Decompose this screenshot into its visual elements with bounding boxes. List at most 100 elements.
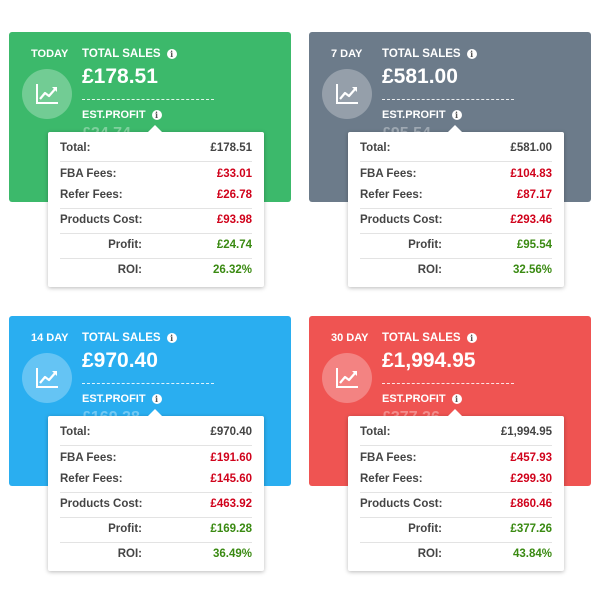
- refer-fees-row: Refer Fees: £26.78: [48, 184, 264, 206]
- popup-arrow: [148, 409, 162, 416]
- trend-chart-icon: [22, 353, 72, 403]
- row-divider: [360, 445, 552, 446]
- est-profit-label[interactable]: EST.PROFIT i: [382, 109, 462, 121]
- row-label: ROI:: [117, 264, 142, 276]
- row-label: FBA Fees:: [60, 452, 117, 464]
- row-value: £169.28: [210, 523, 252, 535]
- refer-fees-row: Refer Fees: £145.60: [48, 468, 264, 490]
- row-label: Profit:: [408, 239, 442, 251]
- roi-row: ROI: 32.56%: [348, 259, 564, 281]
- fba-fees-row: FBA Fees: £104.83: [348, 163, 564, 185]
- popup-arrow: [148, 125, 162, 132]
- row-label: Total:: [360, 426, 391, 438]
- roi-row: ROI: 26.32%: [48, 259, 264, 281]
- trend-chart-icon: [22, 69, 72, 119]
- row-label: Products Cost:: [360, 498, 443, 510]
- row-value: 32.56%: [512, 264, 552, 276]
- row-value: £26.78: [216, 189, 252, 201]
- row-label: FBA Fees:: [360, 452, 417, 464]
- row-value: £178.51: [210, 142, 252, 154]
- period-label: 14 DAY: [31, 332, 69, 344]
- period-label: 30 DAY: [331, 332, 369, 344]
- fba-fees-row: FBA Fees: £33.01: [48, 163, 264, 185]
- info-icon[interactable]: i: [466, 49, 477, 59]
- row-label: ROI:: [417, 264, 442, 276]
- info-icon[interactable]: i: [451, 110, 462, 120]
- row-value: £293.46: [510, 214, 552, 226]
- row-label: ROI:: [117, 548, 142, 560]
- row-divider: [60, 161, 252, 162]
- row-value: £970.40: [210, 426, 252, 438]
- row-label: Refer Fees:: [360, 189, 423, 201]
- row-value: £463.92: [210, 498, 252, 510]
- est-profit-label[interactable]: EST.PROFIT i: [82, 109, 162, 121]
- row-value: £104.83: [510, 168, 552, 180]
- total-sales-label: TOTAL SALES i: [82, 332, 177, 344]
- row-value: £457.93: [510, 452, 552, 464]
- row-value: £299.30: [510, 473, 552, 485]
- row-value: £1,994.95: [500, 426, 552, 438]
- refer-fees-row: Refer Fees: £299.30: [348, 468, 564, 490]
- row-value: £860.46: [510, 498, 552, 510]
- row-value: £145.60: [210, 473, 252, 485]
- row-label: Refer Fees:: [60, 473, 123, 485]
- roi-row: ROI: 36.49%: [48, 543, 264, 565]
- row-value: 26.32%: [212, 264, 252, 276]
- total-row: Total: £581.00: [348, 137, 564, 159]
- roi-row: ROI: 43.84%: [348, 543, 564, 565]
- row-label: Total:: [60, 142, 91, 154]
- row-value: £377.26: [510, 523, 552, 535]
- row-label: Total:: [360, 142, 391, 154]
- info-icon[interactable]: i: [451, 394, 462, 404]
- total-sales-amount: £581.00: [382, 65, 458, 88]
- row-label: FBA Fees:: [60, 168, 117, 180]
- row-label: Profit:: [108, 239, 142, 251]
- products-cost-row: Products Cost: £93.98: [48, 209, 264, 231]
- fba-fees-row: FBA Fees: £457.93: [348, 447, 564, 469]
- products-cost-row: Products Cost: £293.46: [348, 209, 564, 231]
- row-label: Total:: [60, 426, 91, 438]
- row-value: 36.49%: [212, 548, 252, 560]
- profit-row: Profit: £24.74: [48, 234, 264, 256]
- row-value: £24.74: [216, 239, 252, 251]
- total-sales-label: TOTAL SALES i: [382, 332, 477, 344]
- row-label: FBA Fees:: [360, 168, 417, 180]
- total-sales-amount: £178.51: [82, 65, 158, 88]
- divider: [82, 99, 214, 100]
- profit-row: Profit: £377.26: [348, 518, 564, 540]
- info-icon[interactable]: i: [151, 110, 162, 120]
- est-profit-label[interactable]: EST.PROFIT i: [382, 393, 462, 405]
- divider: [382, 99, 514, 100]
- info-icon[interactable]: i: [466, 333, 477, 343]
- row-value: £95.54: [516, 239, 552, 251]
- est-profit-label[interactable]: EST.PROFIT i: [82, 393, 162, 405]
- products-cost-row: Products Cost: £463.92: [48, 493, 264, 515]
- row-label: Refer Fees:: [360, 473, 423, 485]
- row-label: Products Cost:: [360, 214, 443, 226]
- info-icon[interactable]: i: [166, 333, 177, 343]
- total-row: Total: £1,994.95: [348, 421, 564, 443]
- row-divider: [60, 445, 252, 446]
- trend-chart-icon: [322, 69, 372, 119]
- row-label: Profit:: [108, 523, 142, 535]
- row-divider: [360, 161, 552, 162]
- info-icon[interactable]: i: [166, 49, 177, 59]
- profit-row: Profit: £169.28: [48, 518, 264, 540]
- profit-row: Profit: £95.54: [348, 234, 564, 256]
- profit-breakdown-popup-30day: Total: £1,994.95 FBA Fees: £457.93 Refer F…: [348, 409, 564, 571]
- divider: [82, 383, 214, 384]
- period-label: 7 DAY: [331, 48, 363, 60]
- row-value: £191.60: [210, 452, 252, 464]
- profit-breakdown-popup-today: Total: £178.51 FBA Fees: £33.01 Refer Fees…: [48, 125, 264, 287]
- row-value: £93.98: [216, 214, 252, 226]
- period-label: TODAY: [31, 48, 69, 60]
- info-icon[interactable]: i: [151, 394, 162, 404]
- total-sales-label: TOTAL SALES i: [382, 48, 477, 60]
- refer-fees-row: Refer Fees: £87.17: [348, 184, 564, 206]
- total-sales-label: TOTAL SALES i: [82, 48, 177, 60]
- profit-breakdown-popup-7day: Total: £581.00 FBA Fees: £104.83 Refer Fee…: [348, 125, 564, 287]
- row-label: Refer Fees:: [60, 189, 123, 201]
- total-row: Total: £970.40: [48, 421, 264, 443]
- row-value: 43.84%: [512, 548, 552, 560]
- row-label: Products Cost:: [60, 498, 143, 510]
